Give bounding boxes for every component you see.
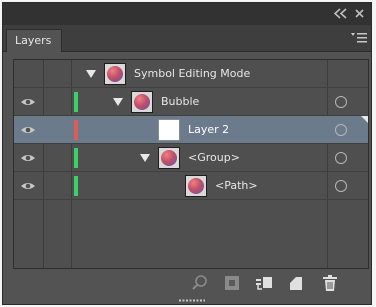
layer-row-path[interactable]: <Path> <box>14 172 368 200</box>
layer-thumbnail <box>158 147 180 169</box>
panel-titlebar <box>3 3 371 25</box>
target-circle-icon[interactable] <box>335 180 347 192</box>
bubble-thumbnail-icon <box>134 94 150 110</box>
create-sublayer-icon[interactable] <box>255 274 273 292</box>
panel-tabbar: Layers <box>3 25 371 52</box>
layer-name-label[interactable]: Symbol Editing Mode <box>134 67 250 80</box>
layer-row-symbol-editing-mode[interactable]: Symbol Editing Mode <box>14 60 368 88</box>
layers-list: Symbol Editing Mode Bubble Layer 2 <Group> <… <box>13 59 369 269</box>
locate-object-icon[interactable] <box>191 274 209 292</box>
bubble-thumbnail-icon <box>188 178 204 194</box>
selection-indicator-icon <box>361 116 368 123</box>
resize-grip-icon[interactable] <box>179 299 205 302</box>
expand-triangle-icon[interactable] <box>140 154 150 162</box>
visibility-eye-icon[interactable] <box>20 96 36 108</box>
visibility-eye-icon[interactable] <box>20 180 36 192</box>
layer-thumbnail <box>104 63 126 85</box>
visibility-eye-icon[interactable] <box>20 152 36 164</box>
visibility-eye-icon[interactable] <box>20 124 36 136</box>
layer-name-label[interactable]: <Group> <box>188 151 240 164</box>
layer-thumbnail <box>185 175 207 197</box>
layer-thumbnail <box>158 119 180 141</box>
bubble-thumbnail-icon <box>107 66 123 82</box>
layers-panel: Layers Symbol Editing Mode Bubble Layer 2 <… <box>2 2 372 305</box>
layer-row-layer-2[interactable]: Layer 2 <box>14 116 368 144</box>
layer-color-bar <box>74 92 78 112</box>
expand-triangle-icon[interactable] <box>113 98 123 106</box>
make-clipping-mask-icon[interactable] <box>223 274 241 292</box>
target-circle-icon[interactable] <box>335 124 347 136</box>
tab-layers[interactable]: Layers <box>6 29 62 52</box>
layer-color-bar <box>74 148 78 168</box>
create-new-layer-icon[interactable] <box>287 274 305 292</box>
layer-name-label[interactable]: <Path> <box>215 179 258 192</box>
layer-name-label[interactable]: Bubble <box>161 95 199 108</box>
layer-row-bubble[interactable]: Bubble <box>14 88 368 116</box>
target-circle-icon[interactable] <box>335 96 347 108</box>
layer-name-label[interactable]: Layer 2 <box>188 123 229 136</box>
expand-triangle-icon[interactable] <box>86 70 96 78</box>
layer-color-bar <box>74 176 78 196</box>
close-panel-icon[interactable] <box>354 8 365 19</box>
panel-footer <box>3 271 371 295</box>
panel-menu-icon[interactable] <box>351 32 367 44</box>
trash-icon[interactable] <box>321 274 339 292</box>
layer-row-group[interactable]: <Group> <box>14 144 368 172</box>
bubble-thumbnail-icon <box>161 150 177 166</box>
target-circle-icon[interactable] <box>335 152 347 164</box>
layer-color-bar <box>74 120 78 140</box>
layer-thumbnail <box>131 91 153 113</box>
collapse-panel-icon[interactable] <box>333 8 349 19</box>
